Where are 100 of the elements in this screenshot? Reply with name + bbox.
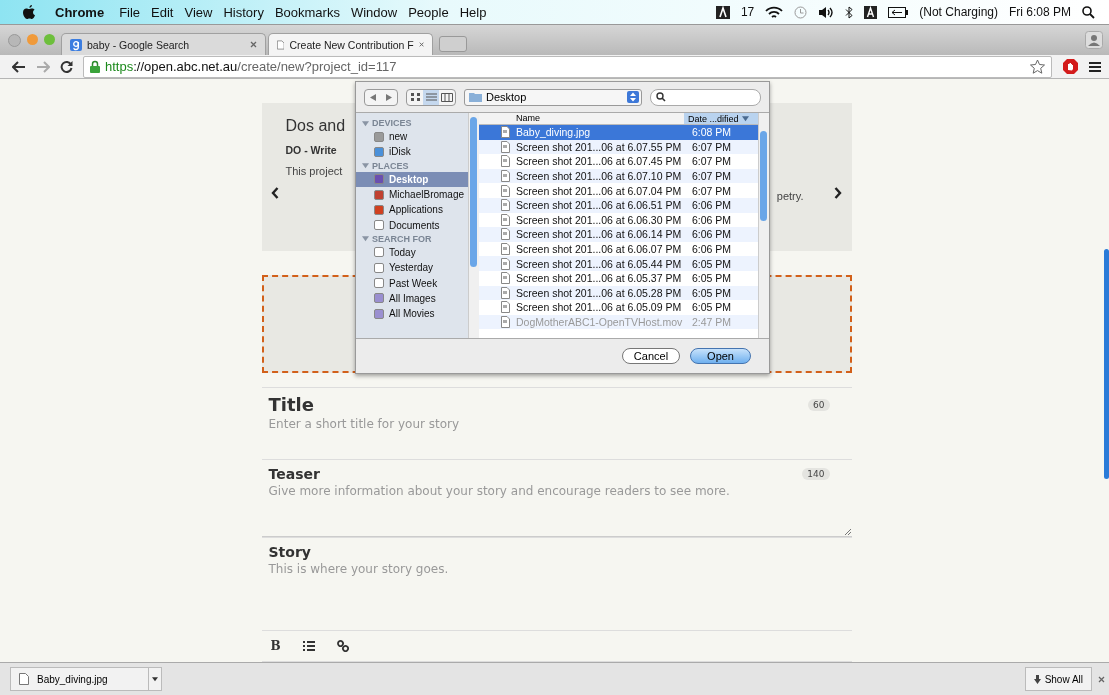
apple-logo-icon[interactable]: [22, 4, 36, 20]
menu-item[interactable]: History: [223, 4, 264, 20]
menu-item[interactable]: Help: [459, 4, 487, 20]
download-menu-button[interactable]: [148, 667, 162, 691]
file-row[interactable]: Screen shot 201...06 at 6.05.28 PM 6:05 PM: [479, 285, 758, 301]
file-row[interactable]: Screen shot 201...06 at 6.05.09 PM 6:05 PM: [479, 300, 758, 315]
profile-icon[interactable]: [1085, 31, 1103, 49]
back-arrow-icon[interactable]: [12, 60, 26, 73]
file-icon: [501, 155, 510, 168]
list-icon: [425, 93, 437, 101]
file-icon: [501, 199, 510, 212]
file-icon: [19, 673, 29, 685]
location-dropdown[interactable]: Desktop: [464, 88, 642, 106]
field-label: Title: [268, 394, 314, 415]
browser-tab[interactable]: baby - Google Search: [61, 33, 266, 55]
cancel-button[interactable]: Cancel: [621, 348, 681, 364]
close-icon[interactable]: [1098, 675, 1105, 683]
file-row[interactable]: Screen shot 201...06 at 6.06.51 PM 6:06 PM: [479, 197, 758, 213]
scrollbar-thumb[interactable]: [470, 117, 477, 267]
resize-grip-icon[interactable]: [843, 528, 851, 535]
file-icon: [501, 316, 510, 328]
grid-icon: [410, 93, 420, 101]
file-icon: [501, 286, 510, 299]
sidebar-item[interactable]: Applications: [356, 202, 468, 218]
carousel-heading: Dos and: [285, 117, 346, 135]
battery-icon[interactable]: [888, 6, 909, 18]
sidebar-item[interactable]: Today: [356, 244, 468, 261]
reload-icon[interactable]: [60, 60, 73, 73]
sidebar-item[interactable]: Yesterday: [356, 260, 468, 276]
menu-clock[interactable]: Fri 6:08 PM: [1009, 5, 1071, 19]
carousel-text: This project: [285, 165, 344, 177]
file-row[interactable]: Screen shot 201...06 at 6.06.07 PM 6:06 PM: [479, 241, 758, 257]
update-count: 17: [740, 5, 755, 19]
field-label: Teaser: [268, 466, 320, 482]
app-menu[interactable]: Chrome: [55, 4, 105, 20]
menu-icon[interactable]: [1089, 60, 1101, 73]
menu-item[interactable]: View: [184, 4, 213, 20]
sidebar-item[interactable]: Past Week: [356, 275, 468, 291]
up-down-arrows-icon: [627, 91, 639, 103]
star-icon[interactable]: [1030, 59, 1045, 74]
file-row[interactable]: Screen shot 201...06 at 6.07.04 PM 6:07 PM: [479, 183, 758, 198]
scrollbar-thumb[interactable]: [1104, 249, 1109, 479]
menu-item[interactable]: Window: [350, 4, 398, 20]
menu-item[interactable]: Bookmarks: [274, 4, 340, 20]
file-icon: [501, 257, 510, 270]
file-icon: [501, 243, 510, 256]
character-counter: 140: [802, 468, 830, 480]
page-icon: [277, 38, 285, 51]
disclosure-triangle-icon: [362, 235, 369, 243]
file-row[interactable]: Baby_diving.jpg 6:08 PM: [479, 125, 758, 140]
stop-hand-icon[interactable]: [1062, 58, 1079, 75]
character-counter: 60: [808, 398, 830, 411]
field-label: Story: [268, 544, 311, 560]
menu-item[interactable]: File: [119, 4, 141, 20]
file-row[interactable]: Screen shot 201...06 at 6.07.45 PM 6:07 PM: [479, 154, 758, 169]
sidebar-item[interactable]: new: [356, 129, 468, 145]
search-field[interactable]: [650, 88, 761, 106]
file-icon: [501, 140, 510, 153]
sidebar-item[interactable]: Documents: [356, 217, 468, 233]
download-item[interactable]: Baby_diving.jpg: [10, 667, 148, 691]
sort-arrow-icon: [741, 115, 749, 122]
wifi-icon[interactable]: [765, 5, 784, 19]
close-tab-icon[interactable]: [418, 41, 424, 48]
bluetooth-icon[interactable]: [845, 5, 854, 19]
menu-item[interactable]: People: [408, 4, 449, 20]
file-row[interactable]: Screen shot 201...06 at 6.05.44 PM 6:05 PM: [479, 256, 758, 271]
disclosure-triangle-icon: [362, 119, 369, 127]
sidebar-item[interactable]: MichaelBromage: [356, 186, 468, 203]
disclosure-triangle-icon: [362, 162, 369, 170]
list-icon[interactable]: [302, 641, 315, 651]
close-tab-icon[interactable]: [250, 41, 257, 48]
menu-item[interactable]: Edit: [151, 4, 174, 20]
search-icon: [656, 92, 666, 102]
sidebar-item[interactable]: All Movies: [356, 305, 468, 322]
column-header[interactable]: Name: [479, 113, 684, 124]
keyboard-input-icon[interactable]: [864, 5, 878, 19]
file-icon: [501, 170, 510, 183]
link-icon[interactable]: [336, 640, 349, 652]
volume-icon[interactable]: [818, 5, 835, 19]
scrollbar-thumb[interactable]: [760, 131, 767, 221]
caret-icon: [152, 676, 158, 682]
browser-tab[interactable]: Create New Contribution F: [268, 33, 433, 55]
down-arrow-icon: [1033, 674, 1041, 684]
carousel-subheading: DO - Write: [285, 144, 338, 156]
file-row[interactable]: Screen shot 201...06 at 6.06.30 PM 6:06 PM: [479, 212, 758, 228]
open-button[interactable]: Open: [690, 348, 751, 364]
file-row[interactable]: Screen shot 201...06 at 6.05.37 PM 6:05 PM: [479, 270, 758, 286]
file-icon: [501, 272, 510, 285]
sidebar-item[interactable]: All Images: [356, 290, 468, 306]
file-icon: [501, 301, 510, 314]
sidebar-item[interactable]: iDisk: [356, 144, 468, 160]
bold-button[interactable]: B: [270, 639, 281, 653]
lock-icon: [90, 60, 100, 73]
address-bar[interactable]: https://open.abc.net.au/create/new?project_id=117: [83, 55, 1052, 78]
file-row[interactable]: Screen shot 201...06 at 6.06.14 PM 6:06 PM: [479, 227, 758, 242]
adobe-icon[interactable]: [715, 5, 730, 19]
search-icon[interactable]: [1082, 5, 1095, 19]
show-all-button[interactable]: Show All: [1024, 667, 1092, 691]
file-icon: [501, 213, 510, 226]
file-row[interactable]: Screen shot 201...06 at 6.07.10 PM 6:07 PM: [479, 168, 758, 184]
